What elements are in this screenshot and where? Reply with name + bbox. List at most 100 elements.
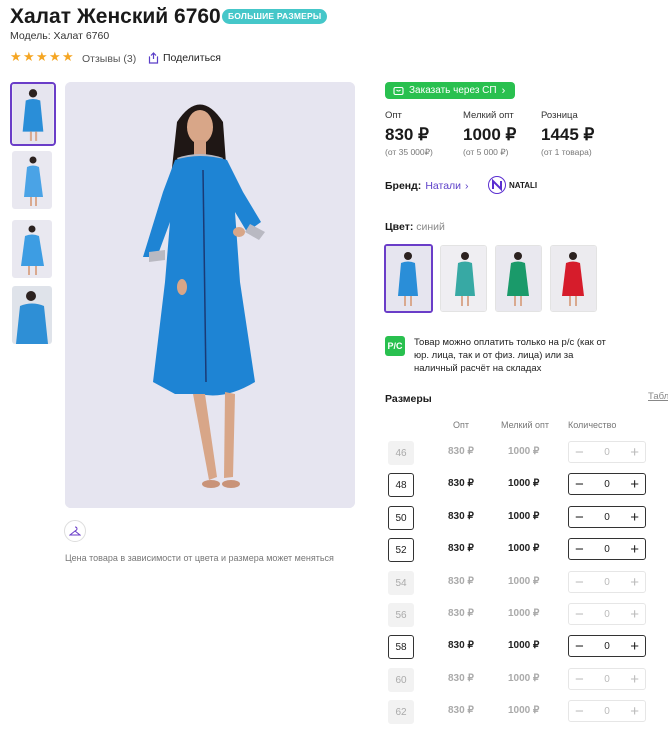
opt-price: 830 ₽ bbox=[448, 478, 474, 489]
share-icon bbox=[148, 52, 159, 64]
quantity-stepper: − 0 + bbox=[568, 700, 646, 722]
price-small-opt: Мелкий опт 1000 ₽ (от 5 000 ₽) bbox=[463, 110, 516, 158]
plus-icon[interactable]: + bbox=[630, 639, 639, 654]
minus-icon: − bbox=[575, 443, 584, 461]
size-row: 60 830 ₽ 1000 ₽ − 0 + bbox=[388, 668, 668, 692]
chevron-right-icon: › bbox=[465, 180, 469, 192]
price-value: 1445 ₽ bbox=[541, 125, 595, 144]
chevron-right-icon: › bbox=[501, 84, 506, 97]
size-row: 58 830 ₽ 1000 ₽ − 0 + bbox=[388, 635, 668, 659]
small-opt-price: 1000 ₽ bbox=[508, 705, 540, 716]
size-row: 52 830 ₽ 1000 ₽ − 0 + bbox=[388, 538, 668, 562]
opt-price: 830 ₽ bbox=[448, 446, 474, 457]
minus-icon: − bbox=[575, 702, 584, 720]
quantity-value[interactable]: 0 bbox=[604, 479, 610, 490]
minus-icon[interactable]: − bbox=[575, 639, 584, 654]
small-opt-price: 1000 ₽ bbox=[508, 446, 540, 457]
size-row: 62 830 ₽ 1000 ₽ − 0 + bbox=[388, 700, 668, 724]
quantity-value: 0 bbox=[604, 608, 610, 620]
size-label[interactable]: 48 bbox=[388, 473, 414, 497]
column-header-opt: Опт bbox=[453, 420, 469, 430]
plus-icon[interactable]: + bbox=[630, 542, 639, 557]
thumbnail-3[interactable] bbox=[12, 220, 52, 278]
price-sub: (от 1 товара) bbox=[541, 147, 592, 157]
quantity-stepper[interactable]: − 0 + bbox=[568, 473, 646, 495]
share-label: Поделиться bbox=[163, 52, 221, 64]
natali-logo-icon bbox=[488, 176, 506, 194]
quantity-value[interactable]: 0 bbox=[604, 544, 610, 555]
minus-icon[interactable]: − bbox=[575, 510, 584, 525]
opt-price: 830 ₽ bbox=[448, 673, 474, 684]
product-main-image[interactable] bbox=[65, 82, 355, 508]
minus-icon[interactable]: − bbox=[575, 477, 584, 492]
share-button[interactable]: Поделиться bbox=[148, 52, 221, 64]
small-opt-price: 1000 ₽ bbox=[508, 608, 540, 619]
quantity-stepper[interactable]: − 0 + bbox=[568, 635, 646, 657]
size-label: 62 bbox=[388, 700, 414, 724]
thumbnail-1[interactable] bbox=[10, 82, 56, 146]
page-title: Халат Женский 6760 bbox=[10, 5, 221, 28]
price-retail: Розница 1445 ₽ (от 1 товара) bbox=[541, 110, 594, 157]
size-label[interactable]: 52 bbox=[388, 538, 414, 562]
rating-stars[interactable]: ★ ★ ★ ★ ★ bbox=[10, 49, 74, 64]
payment-info: Товар можно оплатить только на р/с (как … bbox=[414, 337, 606, 374]
minus-icon[interactable]: − bbox=[575, 542, 584, 557]
price-opt: Опт 830 ₽ (от 35 000₽) bbox=[385, 110, 433, 158]
star-icon: ★ bbox=[36, 49, 48, 64]
size-label: 46 bbox=[388, 441, 414, 465]
brand-label: Бренд: bbox=[385, 180, 422, 192]
large-sizes-badge[interactable]: БОЛЬШИЕ РАЗМЕРЫ bbox=[222, 9, 328, 24]
thumbnail-2[interactable] bbox=[12, 151, 52, 209]
color-option-red[interactable] bbox=[550, 245, 597, 312]
size-table-link[interactable]: Табл bbox=[648, 391, 668, 402]
payment-rs-icon: Р/С bbox=[385, 336, 405, 356]
order-sp-button[interactable]: Заказать через СП › bbox=[385, 82, 516, 99]
plus-icon: + bbox=[630, 605, 639, 623]
brand-link[interactable]: Натали bbox=[425, 180, 461, 192]
opt-price: 830 ₽ bbox=[448, 705, 474, 716]
quantity-value: 0 bbox=[604, 446, 610, 458]
hanger-icon[interactable] bbox=[64, 520, 86, 542]
price-note: Цена товара в зависимости от цвета и раз… bbox=[65, 553, 334, 563]
opt-price: 830 ₽ bbox=[448, 543, 474, 554]
brand-logo-text: NATALI bbox=[509, 180, 538, 190]
size-label[interactable]: 58 bbox=[388, 635, 414, 659]
plus-icon[interactable]: + bbox=[630, 477, 639, 492]
color-option-green[interactable] bbox=[495, 245, 542, 312]
size-label: 56 bbox=[388, 603, 414, 627]
color-option-turquoise[interactable] bbox=[440, 245, 487, 312]
color-option-blue[interactable] bbox=[384, 244, 433, 313]
order-sp-label: Заказать через СП bbox=[409, 85, 497, 96]
color-label: Цвет: bbox=[385, 221, 414, 233]
small-opt-price: 1000 ₽ bbox=[508, 673, 540, 684]
size-row: 48 830 ₽ 1000 ₽ − 0 + bbox=[388, 473, 668, 497]
reviews-link[interactable]: Отзывы (3) bbox=[82, 53, 136, 65]
minus-icon: − bbox=[575, 670, 584, 688]
column-header-small-opt: Мелкий опт bbox=[501, 420, 550, 430]
star-icon: ★ bbox=[49, 49, 61, 64]
plus-icon[interactable]: + bbox=[630, 510, 639, 525]
quantity-stepper[interactable]: − 0 + bbox=[568, 506, 646, 528]
brand-logo[interactable]: NATALI bbox=[488, 176, 537, 194]
quantity-stepper: − 0 + bbox=[568, 571, 646, 593]
sizes-title: Размеры bbox=[385, 393, 432, 405]
quantity-stepper: − 0 + bbox=[568, 441, 646, 463]
price-value: 1000 ₽ bbox=[463, 125, 517, 144]
minus-icon: − bbox=[575, 605, 584, 623]
price-value: 830 ₽ bbox=[385, 125, 429, 144]
plus-icon: + bbox=[630, 702, 639, 720]
small-opt-price: 1000 ₽ bbox=[508, 640, 540, 651]
thumbnail-4[interactable] bbox=[12, 286, 52, 344]
quantity-stepper[interactable]: − 0 + bbox=[568, 538, 646, 560]
quantity-value[interactable]: 0 bbox=[604, 512, 610, 523]
size-label: 54 bbox=[388, 571, 414, 595]
quantity-value[interactable]: 0 bbox=[604, 641, 610, 652]
quantity-value: 0 bbox=[604, 576, 610, 588]
opt-price: 830 ₽ bbox=[448, 576, 474, 587]
size-row: 50 830 ₽ 1000 ₽ − 0 + bbox=[388, 506, 668, 530]
brand-row: Бренд: Натали › bbox=[385, 180, 469, 192]
cart-icon bbox=[393, 86, 404, 95]
quantity-stepper: − 0 + bbox=[568, 668, 646, 690]
size-label[interactable]: 50 bbox=[388, 506, 414, 530]
price-label: Розница bbox=[541, 110, 578, 121]
